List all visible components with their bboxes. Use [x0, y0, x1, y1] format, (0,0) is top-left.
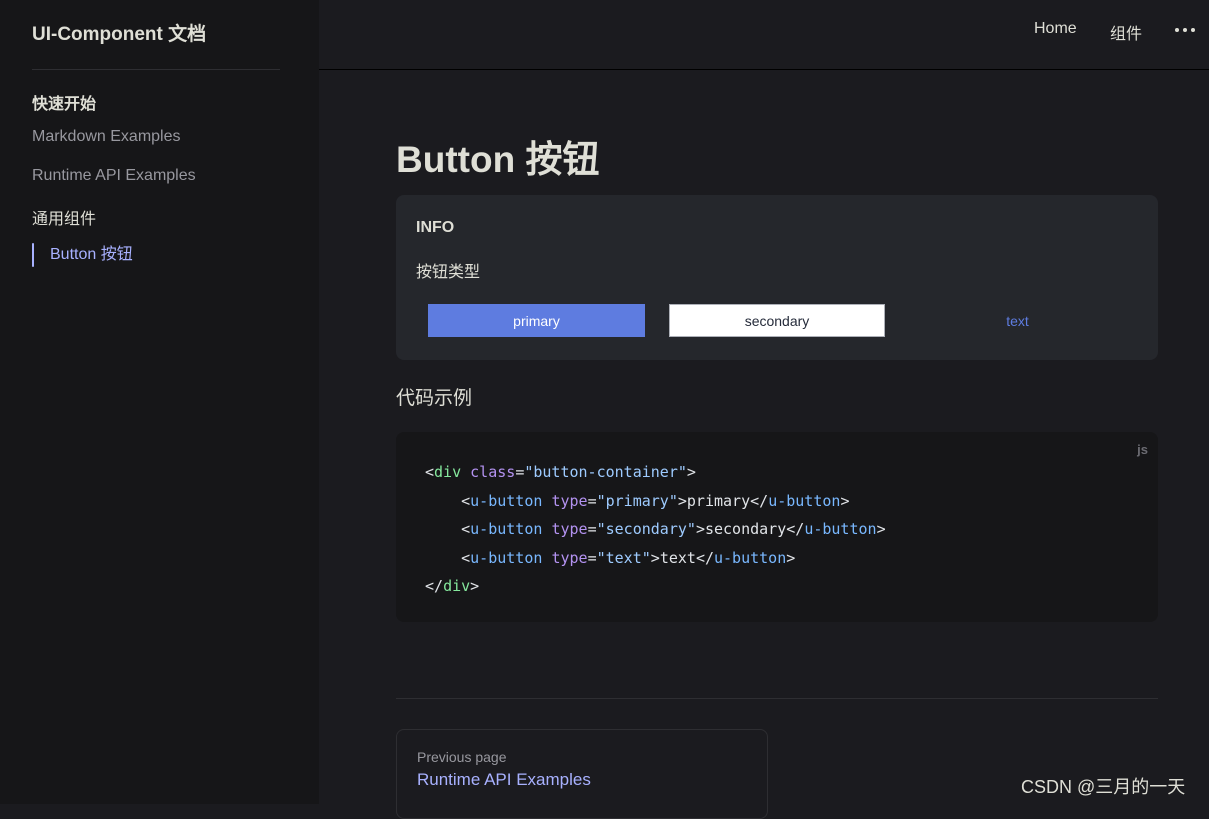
code-block: js <div class="button-container"> <u-but…	[396, 432, 1158, 622]
more-horizontal-icon[interactable]	[1175, 20, 1195, 40]
watermark: CSDN @三月的一天	[1021, 777, 1186, 797]
previous-page-title: Runtime API Examples	[417, 770, 591, 789]
info-text: 按钮类型	[416, 264, 481, 281]
text-button[interactable]: text	[909, 304, 1126, 337]
info-box: INFO 按钮类型 primary secondary text	[396, 195, 1158, 360]
previous-page-link[interactable]: Previous page Runtime API Examples	[396, 729, 768, 819]
code-line: <u-button type="text">text</u-button>	[461, 548, 796, 567]
nav-components-link[interactable]: 组件	[1110, 20, 1142, 44]
site-title[interactable]: UI-Component 文档	[32, 19, 206, 46]
code-line: <u-button type="secondary">secondary</u-…	[461, 520, 886, 539]
code-language-label: js	[1137, 442, 1148, 457]
code-line: <div class="button-container">	[425, 463, 696, 481]
active-indicator	[32, 243, 34, 267]
previous-page-label: Previous page	[417, 749, 507, 765]
sidebar-item-quick-start[interactable]: 快速开始	[32, 90, 96, 114]
sidebar-item-markdown-examples[interactable]: Markdown Examples	[32, 128, 181, 146]
sidebar-item-runtime-api-examples[interactable]: Runtime API Examples	[32, 167, 196, 185]
nav-home-link[interactable]: Home	[1034, 20, 1077, 38]
primary-button[interactable]: primary	[428, 304, 645, 337]
sidebar-divider	[32, 69, 280, 70]
top-navbar: Home 组件	[319, 0, 1209, 70]
sidebar: UI-Component 文档 快速开始 Markdown Examples R…	[0, 0, 319, 804]
section-heading-code-example: 代码示例	[396, 388, 473, 409]
sidebar-item-common-components[interactable]: 通用组件	[32, 205, 96, 229]
page-title: Button 按钮	[396, 139, 600, 180]
code-content: <div class="button-container"> <u-button…	[425, 458, 886, 601]
footer-divider	[396, 698, 1158, 699]
info-label: INFO	[416, 219, 455, 236]
sidebar-item-label: Button 按钮	[50, 246, 133, 263]
secondary-button[interactable]: secondary	[669, 304, 885, 337]
sidebar-item-button[interactable]: Button 按钮	[32, 243, 133, 267]
code-line: <u-button type="primary">primary</u-butt…	[461, 491, 850, 510]
code-line: </div>	[425, 577, 480, 596]
